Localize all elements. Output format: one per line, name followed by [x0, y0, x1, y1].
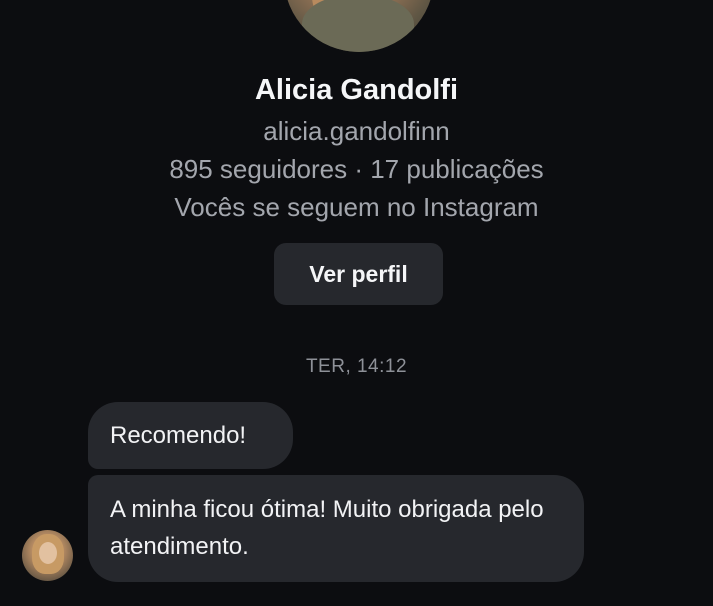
message-bubble[interactable]: A minha ficou ótima! Muito obrigada pelo…	[88, 475, 584, 582]
chat-screen: Alicia Gandolfi alicia.gandolfinn 895 se…	[0, 0, 713, 606]
view-profile-button[interactable]: Ver perfil	[274, 243, 443, 305]
sender-avatar-face-shape	[39, 542, 57, 564]
profile-avatar[interactable]	[284, 0, 434, 52]
profile-mutual-follow: Vocês se seguem no Instagram	[174, 192, 539, 222]
profile-name: Alicia Gandolfi	[254, 74, 459, 106]
avatar-shoulder-shape	[302, 0, 414, 52]
message-timestamp: TER, 14:12	[305, 356, 408, 377]
message-bubble[interactable]: Recomendo!	[88, 402, 293, 469]
profile-stats: 895 seguidores · 17 publicações	[169, 154, 544, 184]
sender-avatar[interactable]	[22, 530, 73, 581]
profile-handle: alicia.gandolfinn	[263, 116, 450, 146]
